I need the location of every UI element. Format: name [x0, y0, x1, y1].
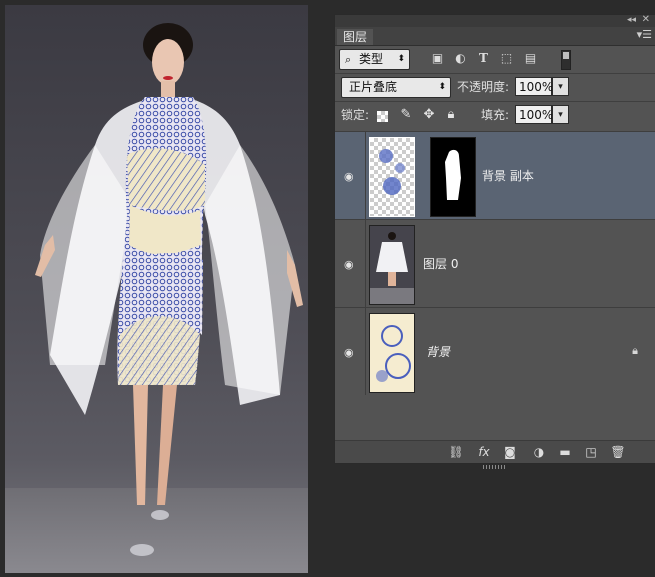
adjustment-filter-icon[interactable]: ◐ — [453, 51, 468, 66]
layer-thumbnail[interactable] — [369, 313, 415, 393]
visibility-cell: ◉ — [335, 132, 366, 219]
lock-all-padlock-icon[interactable]: 🔒︎ — [443, 107, 459, 123]
panel-title-bar: ◂◂ ✕ — [335, 14, 655, 27]
lock-transparent-pixels-icon[interactable] — [377, 111, 388, 122]
blend-mode-label: 正片叠底 — [349, 80, 398, 94]
layer-row-background-copy[interactable]: ◉ 背景 副本 — [335, 131, 655, 219]
panel-tab-bar: 图层 ▾☰ — [335, 27, 655, 46]
layer-thumbnail-art — [376, 325, 411, 382]
model-photo — [35, 23, 303, 556]
divider — [335, 101, 655, 102]
lock-label: 锁定: — [341, 108, 370, 122]
eye-visibility-icon[interactable]: ◉ — [344, 346, 354, 359]
filter-kind-label: 类型 — [359, 52, 384, 66]
layer-thumbnail[interactable] — [369, 137, 415, 217]
layer-name[interactable]: 背景 — [426, 343, 450, 360]
link-layers-icon[interactable]: ⛓ — [447, 444, 465, 460]
adjustment-layer-icon[interactable]: ◑ — [530, 444, 548, 460]
layer-name[interactable]: 背景 副本 — [482, 167, 534, 184]
divider — [335, 73, 655, 74]
mask-shape — [445, 149, 461, 200]
new-layer-icon[interactable]: ◳ — [582, 444, 600, 460]
layer-thumbnail-art — [370, 232, 414, 304]
opacity-input[interactable]: 100% — [515, 77, 553, 96]
layer-row-background[interactable]: ◉ 背景 🔒︎ — [335, 307, 655, 395]
layer-name[interactable]: 图层 0 — [423, 255, 458, 272]
visibility-cell: ◉ — [335, 308, 366, 395]
lock-position-move-icon[interactable]: ✥ — [421, 107, 437, 123]
layer-row-layer-0[interactable]: ◉ 图层 0 — [335, 219, 655, 307]
fill-label: 填充: — [481, 108, 510, 122]
panel-resize-grip[interactable] — [483, 465, 507, 469]
opacity-label: 不透明度: — [457, 80, 510, 94]
shape-filter-icon[interactable]: ⬚ — [499, 51, 514, 66]
visibility-cell: ◉ — [335, 220, 366, 307]
fx-icon[interactable]: fx — [475, 444, 493, 460]
eye-visibility-icon[interactable]: ◉ — [344, 258, 354, 271]
layer-mask-thumbnail[interactable] — [430, 137, 476, 217]
image-filter-icon[interactable]: ▣ — [430, 51, 445, 66]
add-mask-icon[interactable]: ◙ — [501, 444, 519, 460]
layer-thumbnail-art — [379, 149, 405, 195]
lock-image-pixels-brush-icon[interactable]: ✎ — [398, 107, 414, 123]
document-canvas[interactable] — [5, 5, 308, 573]
opacity-dropdown-button[interactable]: ▾ — [552, 77, 569, 96]
new-group-icon[interactable]: ▬ — [556, 444, 574, 460]
layer-filter-row: ⌕ 类型 ⬍ ▣ ◐ T ⬚ ▤ — [335, 46, 655, 73]
lock-row: 锁定: ✎ ✥ 🔒︎ 填充: 100% ▾ — [335, 103, 655, 127]
delete-layer-icon[interactable]: 🗑︎ — [609, 444, 627, 460]
panel-menu-icon[interactable]: ▾☰ — [637, 28, 652, 41]
chevron-updown-icon: ⬍ — [397, 54, 405, 64]
fill-input[interactable]: 100% — [515, 105, 553, 124]
layers-panel: ◂◂ ✕ 图层 ▾☰ ⌕ 类型 ⬍ ▣ ◐ T ⬚ ▤ 正片叠底 ⬍ 不透明度:… — [334, 14, 655, 469]
blend-row: 正片叠底 ⬍ 不透明度: 100% ▾ — [335, 75, 655, 99]
eye-visibility-icon[interactable]: ◉ — [344, 170, 354, 183]
search-icon: ⌕ — [345, 53, 352, 66]
collapse-panel-icon[interactable]: ◂◂ — [627, 15, 636, 25]
filter-kind-select[interactable]: ⌕ 类型 ⬍ — [339, 49, 410, 70]
filter-toggle-switch[interactable] — [561, 50, 571, 70]
blend-mode-select[interactable]: 正片叠底 ⬍ — [341, 77, 451, 98]
tab-layers[interactable]: 图层 — [337, 29, 374, 45]
layer-locked-padlock-icon: 🔒︎ — [632, 344, 638, 357]
close-panel-icon[interactable]: ✕ — [642, 14, 650, 25]
fill-dropdown-button[interactable]: ▾ — [552, 105, 569, 124]
smart-object-filter-icon[interactable]: ▤ — [523, 51, 538, 66]
type-filter-icon[interactable]: T — [476, 51, 491, 66]
layer-thumbnail[interactable] — [369, 225, 415, 305]
chevron-updown-icon: ⬍ — [438, 82, 446, 92]
layers-bottom-toolbar: ⛓ fx ◙ ◑ ▬ ◳ 🗑︎ — [335, 440, 655, 469]
